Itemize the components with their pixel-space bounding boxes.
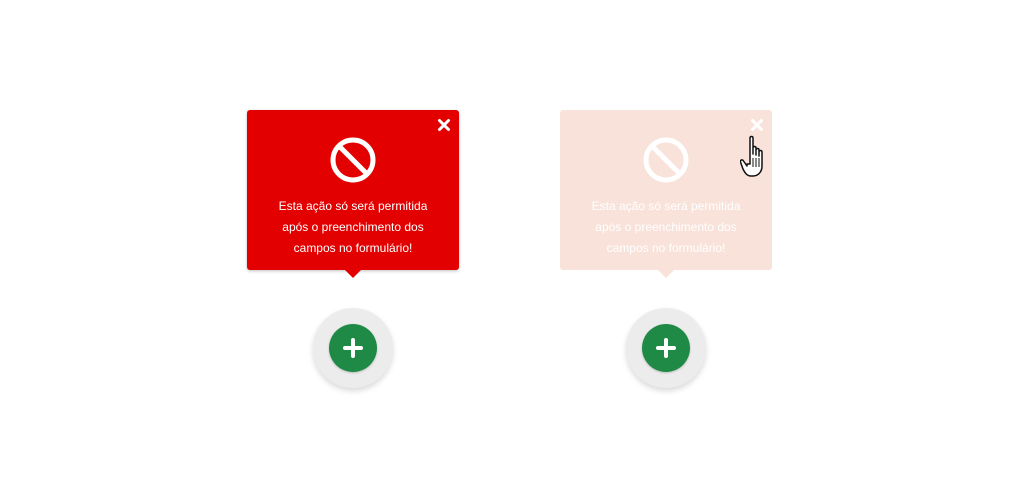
popup-tail — [345, 270, 361, 278]
popup-message: Esta ação só será permitida após o preen… — [570, 196, 762, 259]
message-line: Esta ação só será permitida — [591, 199, 741, 213]
add-button[interactable] — [329, 324, 377, 372]
add-button-ring — [313, 308, 393, 388]
prohibited-icon — [642, 136, 690, 184]
message-line: após o preenchimento dos — [282, 220, 424, 234]
error-popup-active: Esta ação só será permitida após o preen… — [247, 110, 459, 278]
popup-tail — [658, 270, 674, 278]
stage: Esta ação só será permitida após o preen… — [0, 0, 1020, 500]
plus-icon — [343, 338, 363, 358]
add-button-ring — [626, 308, 706, 388]
message-line: campos no formulário! — [606, 241, 726, 255]
message-line: após o preenchimento dos — [595, 220, 737, 234]
hand-pointer-icon — [739, 134, 780, 182]
popup-message: Esta ação só será permitida após o preen… — [257, 196, 449, 259]
add-button[interactable] — [642, 324, 690, 372]
prohibited-icon — [329, 136, 377, 184]
plus-icon — [656, 338, 676, 358]
message-line: campos no formulário! — [293, 241, 413, 255]
close-icon[interactable] — [750, 118, 764, 132]
close-icon[interactable] — [437, 118, 451, 132]
message-line: Esta ação só será permitida — [278, 199, 428, 213]
